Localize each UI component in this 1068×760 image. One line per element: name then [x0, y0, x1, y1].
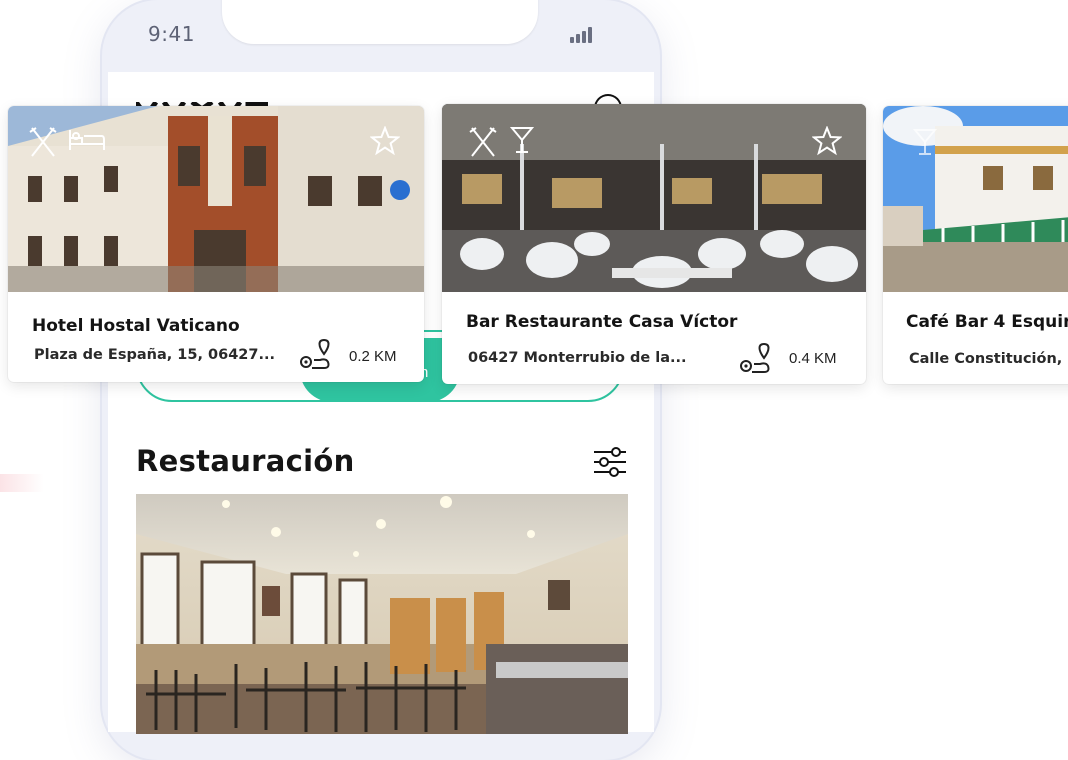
place-address: Calle Constitución,: [909, 351, 1063, 367]
place-address: 06427 Monterrubio de la...: [468, 350, 687, 366]
filter-icon[interactable]: [592, 444, 628, 480]
status-time: 9:41: [148, 22, 195, 46]
phone-notch: [222, 0, 538, 44]
place-distance: 0.2 KM: [349, 348, 397, 365]
favorite-star-icon[interactable]: [812, 126, 842, 156]
favorite-star-icon[interactable]: [370, 126, 400, 156]
cocktail-icon: [913, 129, 937, 155]
place-card[interactable]: Café Bar 4 Esquin Calle Constitución,: [883, 106, 1068, 384]
place-name: Café Bar 4 Esquin: [906, 312, 1068, 332]
restaurant-interior-image: [136, 494, 628, 734]
place-name: Bar Restaurante Casa Víctor: [466, 312, 738, 332]
cutlery-icon: [29, 127, 57, 157]
route-icon[interactable]: [738, 342, 774, 378]
place-card[interactable]: Bar Restaurante Casa Víctor 06427 Monter…: [442, 104, 866, 384]
place-distance: 0.4 KM: [789, 350, 837, 367]
background-fragment: [0, 474, 44, 492]
signal-icon: [570, 27, 592, 43]
cocktail-icon: [510, 127, 534, 153]
restaurant-photo[interactable]: [136, 494, 628, 734]
section-title: Restauración: [136, 444, 355, 478]
cutlery-icon: [469, 127, 497, 157]
place-card[interactable]: Hotel Hostal Vaticano Plaza de España, 1…: [8, 106, 424, 382]
restaurant-terrace-photo: [442, 104, 866, 292]
place-name: Hotel Hostal Vaticano: [32, 316, 240, 336]
route-icon[interactable]: [298, 338, 334, 374]
bed-icon: [69, 130, 105, 150]
cafe-photo: [883, 106, 1068, 292]
place-address: Plaza de España, 15, 06427...: [34, 347, 275, 363]
